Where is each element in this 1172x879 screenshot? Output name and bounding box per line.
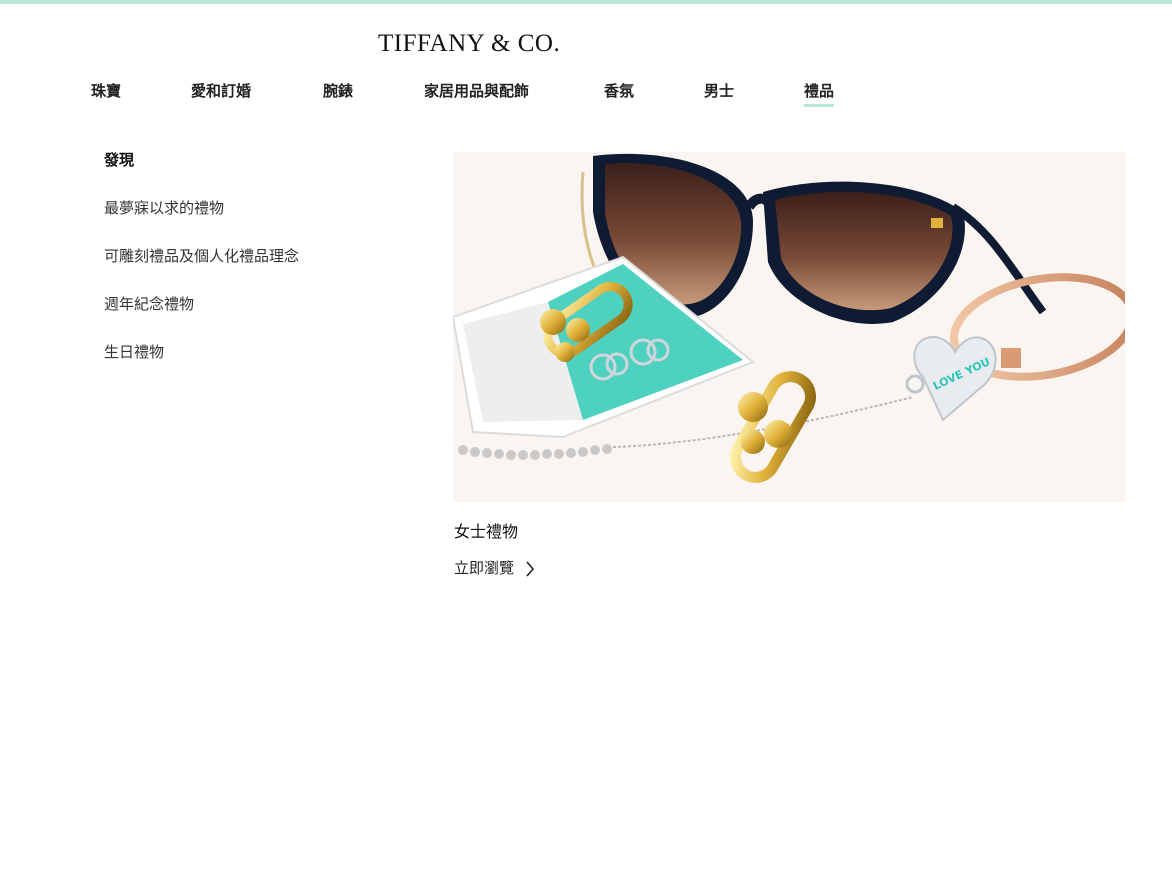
shop-now-link[interactable]: 立即瀏覽 (454, 558, 535, 578)
feature-image[interactable]: LOVE YOU (453, 152, 1125, 502)
sidebar-item-birthday-gifts[interactable]: 生日禮物 (104, 342, 164, 362)
main-navigation: 珠寶 愛和訂婚 腕錶 家居用品與配飾 香氛 男士 禮品 (0, 78, 1172, 112)
brand-logo-text: TIFFANY & CO. (378, 30, 561, 57)
sidebar-item-anniversary-gifts[interactable]: 週年紀念禮物 (104, 294, 194, 314)
nav-item-jewelry[interactable]: 珠寶 (91, 78, 121, 108)
nav-item-watches[interactable]: 腕錶 (323, 78, 353, 108)
sidebar-heading: 發現 (104, 151, 135, 169)
shop-now-label: 立即瀏覽 (454, 559, 515, 577)
feature-title: 女士禮物 (454, 522, 519, 541)
nav-item-home-accessories[interactable]: 家居用品與配飾 (424, 78, 529, 108)
feature-image-illustration: LOVE YOU (453, 152, 1125, 502)
nav-item-gifts[interactable]: 禮品 (804, 78, 835, 108)
sidebar-item-most-coveted-gifts[interactable]: 最夢寐以求的禮物 (104, 198, 224, 218)
chevron-right-icon (526, 560, 534, 577)
nav-item-men[interactable]: 男士 (704, 78, 734, 108)
nav-item-love-engagement[interactable]: 愛和訂婚 (191, 78, 251, 108)
top-accent-strip (0, 0, 1172, 4)
sidebar-item-engravable-gifts[interactable]: 可雕刻禮品及個人化禮品理念 (104, 246, 299, 266)
brand-logo[interactable]: TIFFANY & CO. (378, 28, 560, 60)
nav-item-fragrance[interactable]: 香氛 (604, 78, 634, 108)
